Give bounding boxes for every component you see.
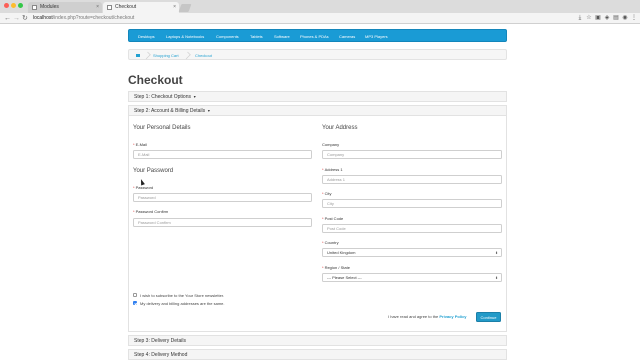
region-value: --- Please Select --- — [327, 275, 362, 280]
country-value: United Kingdom — [327, 250, 356, 255]
region-select[interactable]: --- Please Select --- ⬍ — [322, 273, 502, 282]
breadcrumb-checkout[interactable]: Checkout — [195, 50, 212, 61]
email-label: *E-Mail — [133, 142, 147, 147]
newsletter-checkbox[interactable] — [133, 293, 137, 297]
nav-item-tablets[interactable]: Tablets — [250, 30, 263, 43]
password-label: *Password — [133, 185, 154, 190]
caret-down-icon: ▼ — [206, 109, 211, 113]
nav-item-mp3[interactable]: MP3 Players — [365, 30, 388, 43]
zoom-window-button[interactable] — [18, 3, 23, 8]
extension-icon[interactable]: ▤ — [613, 15, 619, 21]
personal-details-title: Your Personal Details — [133, 125, 191, 131]
step-2-header[interactable]: Step 2: Account & Billing Details ▼ — [128, 105, 507, 116]
password-confirm-label: *Password Confirm — [133, 209, 169, 214]
tab-checkout[interactable]: Checkout × — [103, 2, 179, 13]
same-address-label: My delivery and billing addresses are th… — [140, 301, 225, 306]
tab-title: Checkout — [115, 4, 137, 10]
breadcrumb-shopping-cart[interactable]: Shopping Cart — [153, 50, 179, 61]
step-1-header[interactable]: Step 1: Checkout Options ▼ — [128, 91, 507, 102]
address-bar: ← → ↻ localhost/index.php?route=checkout… — [0, 13, 640, 24]
forward-arrow-icon[interactable]: → — [13, 14, 20, 23]
new-tab-button[interactable] — [178, 4, 192, 12]
step-3-title: Step 3: Delivery Details — [134, 338, 186, 344]
nav-item-laptops[interactable]: Laptops & Notebooks — [166, 30, 204, 43]
city-field[interactable]: City — [322, 199, 502, 208]
nav-item-components[interactable]: Components — [216, 30, 239, 43]
newsletter-label: I wish to subscribe to the Your Store ne… — [140, 293, 225, 298]
caret-down-icon: ▼ — [191, 95, 197, 99]
select-arrows-icon: ⬍ — [495, 276, 498, 280]
country-label: *Country — [322, 240, 339, 245]
tab-modules[interactable]: Modules × — [28, 2, 102, 13]
reload-icon[interactable]: ↻ — [22, 14, 28, 23]
address-title: Your Address — [322, 125, 358, 131]
region-label: *Region / State — [322, 265, 350, 270]
nav-item-cameras[interactable]: Cameras — [339, 30, 355, 43]
close-icon[interactable]: × — [96, 2, 99, 13]
home-icon[interactable] — [136, 54, 140, 57]
password-confirm-field[interactable]: Password Confirm — [133, 218, 312, 227]
agreement-text: I have read and agree to the — [388, 314, 439, 319]
password-title: Your Password — [133, 168, 174, 174]
breadcrumb: Shopping Cart Checkout — [128, 49, 507, 60]
breadcrumb-separator — [143, 51, 151, 60]
privacy-agreement: I have read and agree to the Privacy Pol… — [388, 314, 467, 319]
city-label: *City — [322, 191, 332, 196]
extension-icon[interactable]: ▣ — [595, 15, 601, 21]
nav-item-phones[interactable]: Phones & PDAs — [300, 30, 329, 43]
continue-button[interactable]: Continue — [476, 312, 501, 322]
extension-icon[interactable]: ◉ — [622, 15, 628, 21]
privacy-policy-link[interactable]: Privacy Policy — [439, 314, 466, 319]
step-2-title: Step 2: Account & Billing Details — [134, 108, 206, 114]
close-icon[interactable]: × — [173, 2, 176, 13]
back-arrow-icon[interactable]: ← — [4, 14, 11, 23]
url-field[interactable]: localhost/index.php?route=checkout/check… — [33, 15, 134, 22]
download-icon[interactable]: ⤓ — [577, 15, 583, 21]
address1-label: *Address 1 — [322, 167, 343, 172]
breadcrumb-separator — [183, 51, 191, 60]
country-select[interactable]: United Kingdom ⬍ — [322, 248, 502, 257]
postcode-field[interactable]: Post Code — [322, 224, 502, 233]
page-title: Checkout — [128, 73, 183, 87]
nav-item-software[interactable]: Software — [274, 30, 290, 43]
close-window-button[interactable] — [4, 3, 9, 8]
step-4-title: Step 4: Delivery Method — [134, 352, 188, 358]
address1-field[interactable]: Address 1 — [322, 175, 502, 184]
browser-tabstrip: Modules × Checkout × — [0, 0, 640, 13]
step-3-header[interactable]: Step 3: Delivery Details — [128, 335, 507, 346]
category-menu: Desktops Laptops & Notebooks Components … — [128, 29, 507, 42]
star-icon[interactable]: ☆ — [586, 15, 592, 21]
url-host: localhost — [33, 15, 53, 21]
company-label: Company — [322, 142, 340, 147]
tab-title: Modules — [40, 4, 59, 10]
page-icon — [32, 5, 37, 10]
extension-icon[interactable]: ◈ — [604, 15, 610, 21]
password-field[interactable]: Password — [133, 193, 312, 202]
select-arrows-icon: ⬍ — [495, 251, 498, 255]
postcode-label: *Post Code — [322, 216, 344, 221]
same-address-checkbox[interactable] — [133, 301, 137, 305]
minimize-window-button[interactable] — [11, 3, 16, 8]
nav-item-desktops[interactable]: Desktops — [138, 30, 155, 43]
email-field[interactable]: E-Mail — [133, 150, 312, 159]
company-field[interactable]: Company — [322, 150, 502, 159]
url-path: /index.php?route=checkout/checkout — [52, 15, 135, 21]
menu-icon[interactable]: ⋮ — [631, 15, 637, 21]
step-1-title: Step 1: Checkout Options — [134, 94, 191, 100]
page-icon — [107, 5, 112, 10]
step-4-header[interactable]: Step 4: Delivery Method — [128, 349, 507, 360]
